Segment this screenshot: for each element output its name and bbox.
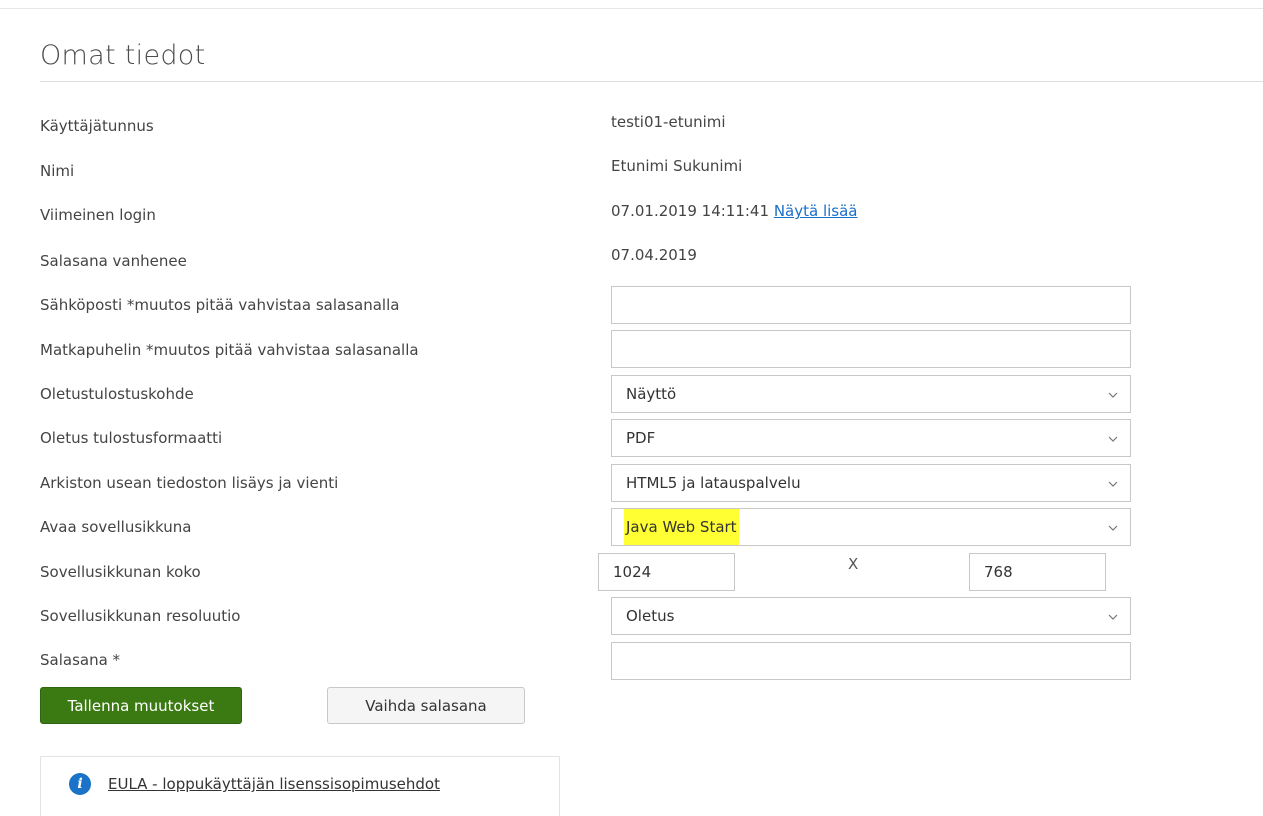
default-format-selected: PDF [626, 429, 656, 447]
default-format-select[interactable]: PDF [611, 419, 1131, 457]
mobile-label: Matkapuhelin *muutos pitää vahvistaa sal… [40, 341, 419, 359]
username-value: testi01-etunimi [611, 113, 726, 131]
archive-transfer-label: Arkiston usean tiedoston lisäys ja vient… [40, 474, 339, 492]
last-login-row: 07.01.2019 14:11:41 Näytä lisää [611, 202, 857, 220]
password-label: Salasana * [40, 651, 121, 669]
page-title: Omat tiedot [40, 40, 206, 71]
archive-transfer-selected: HTML5 ja latauspalvelu [626, 474, 801, 492]
window-resolution-label: Sovellusikkunan resoluutio [40, 607, 241, 625]
eula-link[interactable]: EULA - loppukäyttäjän lisenssisopimusehd… [108, 775, 440, 793]
window-resolution-select[interactable]: Oletus [611, 597, 1131, 635]
chevron-down-icon [1108, 481, 1118, 487]
default-output-select[interactable]: Näyttö [611, 375, 1131, 413]
info-icon: i [69, 773, 91, 795]
archive-transfer-select[interactable]: HTML5 ja latauspalvelu [611, 464, 1131, 502]
show-more-link[interactable]: Näytä lisää [774, 202, 858, 220]
open-app-window-select[interactable]: Java Web Start [611, 508, 1131, 546]
size-separator: X [848, 555, 859, 573]
open-app-window-label: Avaa sovellusikkuna [40, 518, 192, 536]
password-expires-label: Salasana vanhenee [40, 252, 187, 270]
name-value: Etunimi Sukunimi [611, 157, 743, 175]
save-changes-button[interactable]: Tallenna muutokset [40, 687, 242, 724]
window-resolution-selected: Oletus [626, 607, 675, 625]
window-size-label: Sovellusikkunan koko [40, 563, 201, 581]
last-login-value: 07.01.2019 14:11:41 [611, 202, 770, 220]
top-divider [0, 8, 1263, 9]
default-output-label: Oletustulostuskohde [40, 385, 194, 403]
email-field[interactable] [611, 286, 1131, 324]
change-password-button[interactable]: Vaihda salasana [327, 687, 525, 724]
chevron-down-icon [1108, 392, 1118, 398]
email-label: Sähköposti *muutos pitää vahvistaa salas… [40, 296, 400, 314]
last-login-label: Viimeinen login [40, 206, 156, 224]
name-label: Nimi [40, 162, 75, 180]
window-width-input[interactable] [598, 553, 735, 591]
password-expires-value: 07.04.2019 [611, 246, 697, 264]
default-format-label: Oletus tulostusformaatti [40, 429, 223, 447]
username-label: Käyttäjätunnus [40, 117, 154, 135]
password-field[interactable] [611, 642, 1131, 680]
chevron-down-icon [1108, 614, 1118, 620]
title-divider [40, 81, 1263, 82]
eula-info-box: i EULA - loppukäyttäjän lisenssisopimuse… [40, 756, 560, 816]
window-height-input[interactable] [969, 553, 1106, 591]
chevron-down-icon [1108, 436, 1118, 442]
default-output-selected: Näyttö [626, 385, 677, 403]
chevron-down-icon [1108, 525, 1118, 531]
open-app-window-selected: Java Web Start [624, 509, 739, 545]
mobile-field[interactable] [611, 330, 1131, 368]
